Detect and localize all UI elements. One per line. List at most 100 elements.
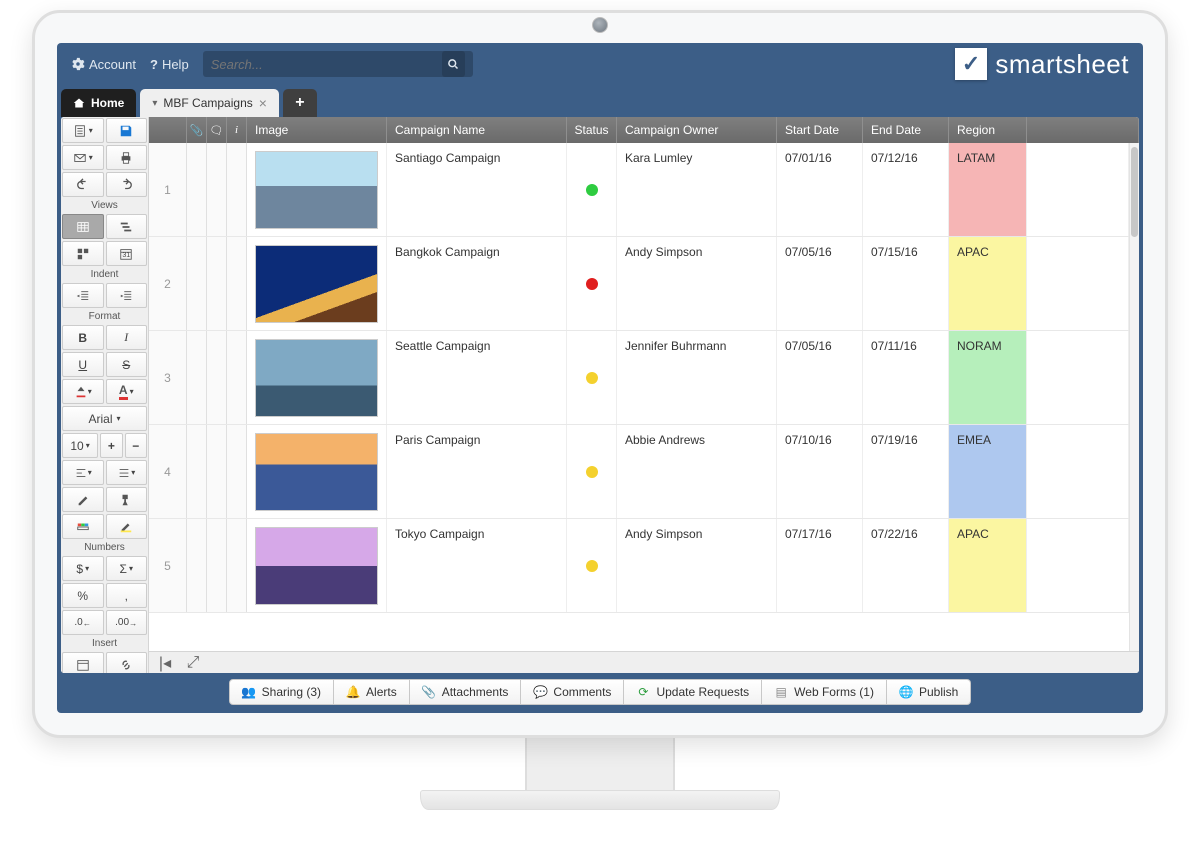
thousands-button[interactable]: , xyxy=(106,583,148,608)
rownum-header[interactable] xyxy=(149,117,187,143)
cell-start-date[interactable]: 07/01/16 xyxy=(777,143,863,236)
indent-button[interactable] xyxy=(106,283,148,308)
cell-status[interactable] xyxy=(567,331,617,424)
increase-decimal-button[interactable]: .00→ xyxy=(106,610,148,635)
cell-image[interactable] xyxy=(247,143,387,236)
sum-button[interactable]: Σ▾ xyxy=(106,556,148,581)
strikethrough-button[interactable]: S xyxy=(106,352,148,377)
cell-end-date[interactable]: 07/22/16 xyxy=(863,519,949,612)
cell-region[interactable]: EMEA xyxy=(949,425,1027,518)
cell-discussion[interactable] xyxy=(207,519,227,612)
cell-start-date[interactable]: 07/05/16 xyxy=(777,331,863,424)
cell-attachment[interactable] xyxy=(187,331,207,424)
search-button[interactable] xyxy=(442,51,465,77)
print-button[interactable] xyxy=(106,145,148,170)
update-requests-button[interactable]: ⟳Update Requests xyxy=(624,679,762,705)
col-image[interactable]: Image xyxy=(247,117,387,143)
format-painter-button[interactable] xyxy=(106,487,148,512)
fill-color-button[interactable]: ▾ xyxy=(62,379,104,404)
cell-info[interactable] xyxy=(227,331,247,424)
col-name[interactable]: Campaign Name xyxy=(387,117,567,143)
table-row[interactable]: 3 Seattle Campaign Jennifer Buhrmann07/05/… xyxy=(149,331,1129,425)
currency-button[interactable]: $▾ xyxy=(62,556,104,581)
cell-attachment[interactable] xyxy=(187,237,207,330)
cell-status[interactable] xyxy=(567,237,617,330)
cell-region[interactable]: LATAM xyxy=(949,143,1027,236)
tab-sheet[interactable]: ▾ MBF Campaigns × xyxy=(140,89,279,117)
card-view-button[interactable] xyxy=(62,241,104,266)
cell-name[interactable]: Paris Campaign xyxy=(387,425,567,518)
cell-name[interactable]: Santiago Campaign xyxy=(387,143,567,236)
font-size-increase-button[interactable]: + xyxy=(100,433,122,458)
cell-start-date[interactable]: 07/10/16 xyxy=(777,425,863,518)
cell-image[interactable] xyxy=(247,425,387,518)
cell-image[interactable] xyxy=(247,519,387,612)
cell-attachment[interactable] xyxy=(187,519,207,612)
bold-button[interactable]: B xyxy=(62,325,104,350)
col-end[interactable]: End Date xyxy=(863,117,949,143)
font-select[interactable]: Arial▾ xyxy=(62,406,147,431)
gantt-view-button[interactable] xyxy=(106,214,148,239)
cell-discussion[interactable] xyxy=(207,425,227,518)
publish-button[interactable]: 🌐Publish xyxy=(887,679,971,705)
decrease-decimal-button[interactable]: .0← xyxy=(62,610,104,635)
scroll-first-button[interactable]: |◂ xyxy=(155,655,175,671)
sheet-settings-button[interactable]: ▾ xyxy=(62,118,104,143)
align-vertical-button[interactable]: ▾ xyxy=(106,460,148,485)
attachments-button[interactable]: 📎Attachments xyxy=(410,679,522,705)
col-info[interactable]: i xyxy=(227,117,247,143)
align-horizontal-button[interactable]: ▾ xyxy=(62,460,104,485)
table-row[interactable]: 5 Tokyo Campaign Andy Simpson07/17/1607/22… xyxy=(149,519,1129,613)
cell-end-date[interactable]: 07/12/16 xyxy=(863,143,949,236)
cell-region[interactable]: APAC xyxy=(949,519,1027,612)
row-number[interactable]: 3 xyxy=(149,331,187,424)
sharing-button[interactable]: 👥Sharing (3) xyxy=(229,679,334,705)
outdent-button[interactable] xyxy=(62,283,104,308)
comments-button[interactable]: 💬Comments xyxy=(521,679,624,705)
text-color-button[interactable]: A▾ xyxy=(106,379,148,404)
row-number[interactable]: 4 xyxy=(149,425,187,518)
grid-body[interactable]: 1Santiago CampaignKara Lumley07/01/1607/… xyxy=(149,143,1129,651)
col-discussion[interactable]: 🗨 xyxy=(207,117,227,143)
cell-info[interactable] xyxy=(227,425,247,518)
cell-region[interactable]: APAC xyxy=(949,237,1027,330)
table-row[interactable]: 2Bangkok CampaignAndy Simpson07/05/1607/… xyxy=(149,237,1129,331)
cell-discussion[interactable] xyxy=(207,237,227,330)
tab-home[interactable]: Home xyxy=(61,89,136,117)
underline-button[interactable]: U xyxy=(62,352,104,377)
font-size-decrease-button[interactable]: − xyxy=(125,433,147,458)
italic-button[interactable]: I xyxy=(106,325,148,350)
cell-discussion[interactable] xyxy=(207,143,227,236)
cell-status[interactable] xyxy=(567,425,617,518)
clear-format-button[interactable] xyxy=(62,487,104,512)
row-number[interactable]: 1 xyxy=(149,143,187,236)
search-input[interactable] xyxy=(211,57,434,72)
email-button[interactable]: ▾ xyxy=(62,145,104,170)
alerts-button[interactable]: 🔔Alerts xyxy=(334,679,410,705)
percent-button[interactable]: % xyxy=(62,583,104,608)
cell-end-date[interactable]: 07/15/16 xyxy=(863,237,949,330)
insert-date-button[interactable] xyxy=(62,652,104,673)
cell-attachment[interactable] xyxy=(187,143,207,236)
help-link[interactable]: ? Help xyxy=(150,57,189,72)
row-number[interactable]: 5 xyxy=(149,519,187,612)
cell-info[interactable] xyxy=(227,143,247,236)
cell-info[interactable] xyxy=(227,237,247,330)
expand-button[interactable]: ⤢ xyxy=(183,655,203,671)
cell-owner[interactable]: Andy Simpson xyxy=(617,519,777,612)
caret-down-icon[interactable]: ▾ xyxy=(152,98,157,109)
cell-owner[interactable]: Jennifer Buhrmann xyxy=(617,331,777,424)
cell-name[interactable]: Tokyo Campaign xyxy=(387,519,567,612)
cell-start-date[interactable]: 07/17/16 xyxy=(777,519,863,612)
cell-start-date[interactable]: 07/05/16 xyxy=(777,237,863,330)
cell-end-date[interactable]: 07/19/16 xyxy=(863,425,949,518)
insert-link-button[interactable] xyxy=(106,652,148,673)
col-start[interactable]: Start Date xyxy=(777,117,863,143)
cell-discussion[interactable] xyxy=(207,331,227,424)
cell-status[interactable] xyxy=(567,143,617,236)
col-owner[interactable]: Campaign Owner xyxy=(617,117,777,143)
cell-image[interactable] xyxy=(247,331,387,424)
web-forms-button[interactable]: ▤Web Forms (1) xyxy=(762,679,887,705)
table-row[interactable]: 4Paris CampaignAbbie Andrews07/10/1607/1… xyxy=(149,425,1129,519)
cell-name[interactable]: Seattle Campaign xyxy=(387,331,567,424)
